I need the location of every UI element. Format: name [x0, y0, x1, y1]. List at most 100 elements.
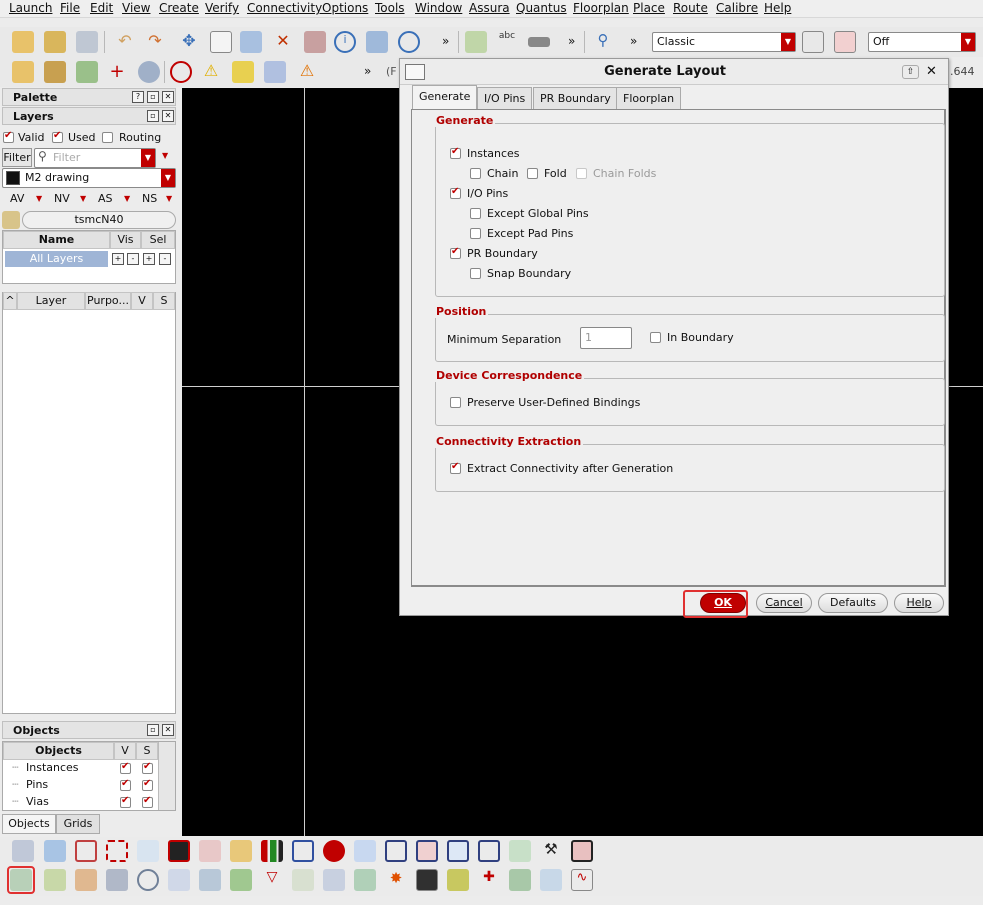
chain-icon[interactable] [137, 869, 159, 891]
menu-file[interactable]: File [60, 1, 80, 15]
warning-icon[interactable]: ⚠ [200, 61, 222, 83]
chevron-down-icon[interactable]: ▼ [124, 194, 130, 203]
chevron-down-icon[interactable]: ▼ [80, 194, 86, 203]
menu-verify[interactable]: Verify [205, 1, 239, 15]
boundary-icon[interactable] [75, 840, 97, 862]
vis-add-icon[interactable]: + [112, 253, 124, 265]
menu-floorplan[interactable]: Floorplan [573, 1, 629, 15]
schematic-icon[interactable] [44, 840, 66, 862]
object-row-pins[interactable]: Pins [26, 778, 48, 791]
hammer-icon[interactable]: ⚒ [540, 840, 562, 862]
objects-scrollbar[interactable] [158, 742, 175, 810]
tab-grids[interactable]: Grids [56, 814, 100, 834]
constraint-icon[interactable] [170, 61, 192, 83]
except-pad-pins-checkbox[interactable] [470, 228, 481, 239]
help-button[interactable]: Help [894, 593, 944, 613]
tab-io-pins[interactable]: I/O Pins [477, 87, 533, 109]
chevron-down-icon[interactable]: ▼ [166, 194, 172, 203]
vias-visible-checkbox[interactable] [120, 795, 131, 808]
io-pins-checkbox[interactable] [450, 186, 461, 199]
refresh-icon[interactable] [398, 31, 420, 53]
vias-selectable-checkbox[interactable] [142, 795, 153, 808]
chain-checkbox[interactable] [470, 168, 481, 179]
float-icon[interactable]: ▫ [147, 91, 159, 103]
hierarchy-icon[interactable] [12, 840, 34, 862]
menu-edit[interactable]: Edit [90, 1, 113, 15]
label-icon[interactable]: abc [496, 31, 518, 53]
workspace-delete-icon[interactable] [834, 31, 856, 53]
used-checkbox[interactable] [52, 130, 63, 143]
filter-button[interactable]: Filter [2, 148, 32, 167]
cancel-button[interactable]: Cancel [756, 593, 812, 613]
menu-launch[interactable]: Launch [9, 1, 52, 15]
ok-button[interactable]: OK [700, 593, 746, 613]
undo-icon[interactable]: ↶ [114, 31, 136, 53]
all-layers-row[interactable]: All Layers [5, 251, 108, 267]
burst-icon[interactable]: ✸ [385, 869, 407, 891]
av-toggle[interactable]: AV [10, 192, 24, 205]
ns-toggle[interactable]: NS [142, 192, 157, 205]
object-row-vias[interactable]: Vias [26, 795, 49, 808]
more-chevron-icon[interactable]: » [364, 64, 371, 78]
exchange-icon[interactable] [571, 840, 593, 862]
menu-options[interactable]: Options [322, 1, 368, 15]
menu-route[interactable]: Route [673, 1, 708, 15]
sel-remove-icon[interactable]: - [159, 253, 171, 265]
tab-objects[interactable]: Objects [2, 814, 56, 834]
snap-boundary-checkbox[interactable] [470, 268, 481, 279]
tab-generate[interactable]: Generate [412, 85, 478, 109]
more-chevron-icon[interactable]: » [630, 34, 637, 48]
shade-icon[interactable]: ⇧ [902, 65, 919, 79]
module-icon[interactable] [199, 840, 221, 862]
menu-place[interactable]: Place [633, 1, 665, 15]
as-toggle[interactable]: AS [98, 192, 113, 205]
zoom-select-icon[interactable] [138, 61, 160, 83]
resize-icon[interactable] [447, 840, 469, 862]
menu-calibre[interactable]: Calibre [716, 1, 758, 15]
in-boundary-checkbox[interactable] [650, 332, 661, 343]
pins-visible-checkbox[interactable] [120, 778, 131, 791]
terminal-icon[interactable] [416, 869, 438, 891]
pin-placement-icon[interactable] [137, 840, 159, 862]
menu-create[interactable]: Create [159, 1, 199, 15]
min-separation-input[interactable]: 1 [580, 327, 632, 349]
menu-connectivity[interactable]: Connectivity [247, 1, 322, 15]
nv-toggle[interactable]: NV [54, 192, 70, 205]
chip-icon[interactable] [106, 840, 128, 862]
marker-icon[interactable] [232, 61, 254, 83]
search-icon[interactable]: ⚲ [592, 31, 614, 53]
add-pin-icon[interactable] [465, 31, 487, 53]
waveform-icon[interactable]: ∿ [571, 869, 593, 891]
tech-library-button[interactable]: tsmcN40 [22, 211, 176, 229]
float-icon[interactable]: ▫ [147, 724, 159, 736]
workspace-select[interactable]: Classic ▼ [652, 32, 796, 52]
save-icon[interactable] [76, 31, 98, 53]
fold-checkbox[interactable] [527, 168, 538, 179]
report-icon[interactable] [540, 869, 562, 891]
sel-add-icon[interactable]: + [143, 253, 155, 265]
tab-pr-boundary[interactable]: PR Boundary [533, 87, 618, 109]
bar-chart-icon[interactable] [261, 840, 283, 862]
more-chevron-icon[interactable]: » [568, 34, 575, 48]
tab-floorplan[interactable]: Floorplan [616, 87, 682, 109]
preserve-bindings-checkbox[interactable] [450, 397, 461, 408]
sort-up-icon[interactable]: ^ [3, 292, 17, 310]
move-icon[interactable]: ✥ [178, 31, 200, 53]
globe-icon[interactable] [323, 840, 345, 862]
folder-add-icon[interactable] [230, 840, 252, 862]
menu-window[interactable]: Window [415, 1, 462, 15]
except-global-pins-checkbox[interactable] [470, 208, 481, 219]
pan-icon[interactable] [44, 61, 66, 83]
ladder-icon[interactable] [292, 840, 314, 862]
mode-select[interactable]: Off ▼ [868, 32, 976, 52]
delete-icon[interactable]: ✕ [272, 31, 294, 53]
chevron-down-icon[interactable]: ▼ [36, 194, 42, 203]
copy-icon[interactable] [210, 31, 232, 53]
instances-checkbox[interactable] [450, 146, 461, 159]
help-icon[interactable]: ? [132, 91, 144, 103]
menu-assura[interactable]: Assura [469, 1, 510, 15]
workspace-save-icon[interactable] [802, 31, 824, 53]
valid-checkbox[interactable] [3, 130, 14, 143]
filter-options-chevron-icon[interactable]: ▼ [162, 151, 168, 160]
crop-icon[interactable] [385, 840, 407, 862]
